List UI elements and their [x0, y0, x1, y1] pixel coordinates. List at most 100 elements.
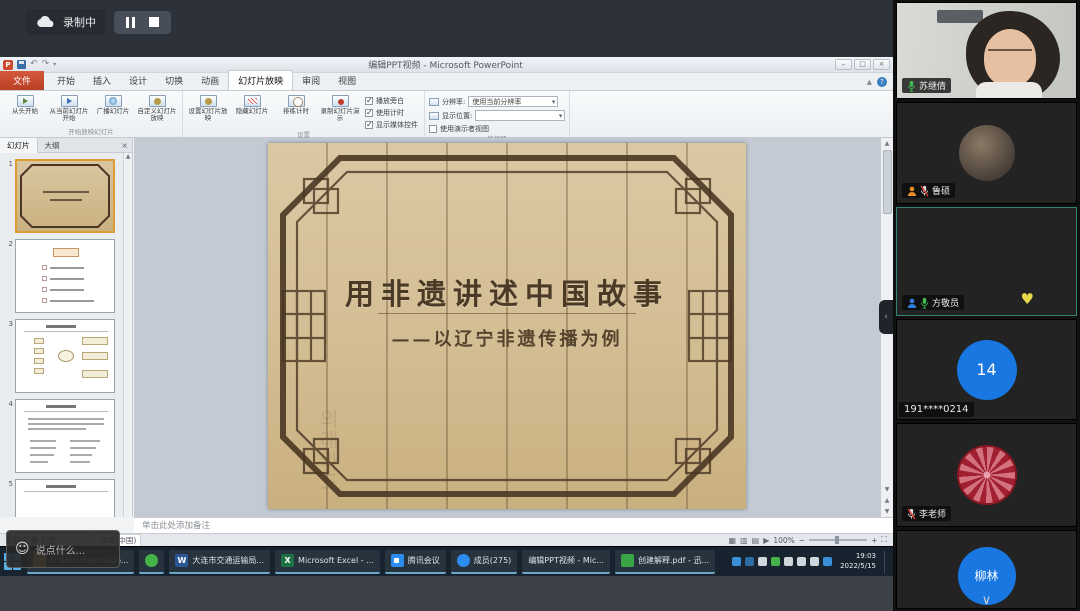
taskbar-item-powerpoint[interactable]: P 编辑PPT视频 - Mic... [522, 550, 610, 574]
tab-review[interactable]: 审阅 [293, 71, 329, 90]
slide-number: 2 [4, 239, 13, 313]
record-slideshow-button[interactable]: 录制幻灯片演示 [319, 93, 361, 123]
resolution-dropdown[interactable]: 使用当前分辨率 [468, 96, 558, 107]
play-narrations-checkbox[interactable]: 播放旁白 [365, 96, 418, 106]
slideshow-view-icon[interactable]: ▶ [763, 536, 769, 545]
panel-tab-slides[interactable]: 幻灯片 [0, 138, 38, 153]
tray-app-icon[interactable] [745, 557, 754, 566]
taskbar-item-browser[interactable] [139, 550, 164, 574]
sorter-view-icon[interactable]: ▥ [740, 536, 748, 545]
tab-animations[interactable]: 动画 [192, 71, 228, 90]
participant-badge: 李老师 [902, 506, 951, 521]
slide-canvas[interactable]: 用非遗讲述中国故事 ——以辽宁非遗传播为例 의래와도 [268, 143, 746, 509]
tab-view[interactable]: 视图 [329, 71, 365, 90]
tab-insert[interactable]: 插入 [84, 71, 120, 90]
scroll-down-icon[interactable]: ▼ [885, 484, 890, 495]
taskbar-item-pdf[interactable]: 创建解释.pdf - 迅... [615, 550, 715, 574]
thumbnail-image [15, 399, 115, 473]
taskbar-item-meeting[interactable]: 腾讯会议 [385, 550, 446, 574]
use-timings-checkbox[interactable]: 使用计时 [365, 108, 418, 118]
slide-thumbnail-2[interactable]: 2 [4, 239, 122, 313]
participant-tile-3[interactable]: 方敬员 [896, 207, 1077, 316]
pause-recording-button[interactable] [126, 17, 135, 28]
from-beginning-button[interactable]: 从头开始 [4, 93, 46, 115]
collapse-ribbon-icon[interactable]: ▲ [867, 78, 872, 86]
taskbar-item-members[interactable]: 成员(275) [451, 550, 518, 574]
tab-slideshow[interactable]: 幻灯片放映 [228, 70, 293, 90]
chat-input-overlay[interactable]: ☺ 说点什么... [6, 530, 120, 568]
tray-input-icon[interactable] [823, 557, 832, 566]
minimize-button[interactable]: – [835, 59, 852, 70]
participant-tile-6[interactable]: 柳林 ∨ [896, 530, 1077, 609]
panel-scrollbar[interactable]: ▲ [123, 153, 132, 517]
slide-number: 1 [4, 159, 13, 233]
participant-tile-2[interactable]: 鲁硕 [896, 102, 1077, 204]
tab-transitions[interactable]: 切换 [156, 71, 192, 90]
tray-volume-icon[interactable] [810, 557, 819, 566]
tray-meeting-icon[interactable] [732, 557, 741, 566]
show-media-controls-checkbox[interactable]: 显示媒体控件 [365, 120, 418, 130]
undo-icon[interactable]: ↶ [30, 60, 38, 69]
broadcast-globe-icon [105, 95, 122, 107]
taskbar-item-excel[interactable]: X Microsoft Excel - ... [275, 550, 380, 574]
zoom-out-icon[interactable]: − [799, 536, 805, 545]
more-participants-chevron-icon[interactable]: ∨ [982, 596, 992, 606]
custom-slideshow-button[interactable]: 自定义幻灯片放映 [136, 93, 178, 123]
rehearse-timings-button[interactable]: 排练计时 [275, 93, 317, 115]
tab-home[interactable]: 开始 [48, 71, 84, 90]
redo-icon[interactable]: ↷ [42, 60, 50, 69]
reading-view-icon[interactable]: ▤ [752, 536, 760, 545]
setup-slideshow-button[interactable]: 设置幻灯片放映 [187, 93, 229, 123]
save-icon[interactable] [17, 60, 26, 69]
taskbar-clock[interactable]: 19:03 2022/5/15 [836, 552, 880, 570]
powerpoint-window: P ↶ ↷ ▾ 编辑PPT视频 - Microsoft PowerPoint –… [0, 57, 893, 546]
participant-tile-4[interactable]: 14 191****0214 [896, 319, 1077, 420]
broadcast-slideshow-button[interactable]: 广播幻灯片 [92, 93, 134, 115]
tray-battery-icon[interactable] [784, 557, 793, 566]
zoom-in-icon[interactable]: + [871, 536, 877, 545]
slide-thumbnail-3[interactable]: 3 [4, 319, 122, 393]
person-icon [907, 298, 917, 308]
person-icon [907, 186, 917, 196]
previous-slide-icon[interactable]: ▲ [885, 495, 890, 506]
participant-name: 李老师 [919, 507, 946, 520]
slide-thumbnail-5[interactable]: 5 [4, 479, 122, 517]
tray-network-icon[interactable] [797, 557, 806, 566]
panel-close-icon[interactable]: × [121, 141, 132, 150]
show-on-dropdown[interactable] [475, 110, 565, 121]
close-button[interactable]: × [873, 59, 890, 70]
tray-wechat-icon[interactable] [771, 557, 780, 566]
hide-slide-button[interactable]: 隐藏幻灯片 [231, 93, 273, 115]
participant-tile-5[interactable]: 李老师 [896, 423, 1077, 527]
fit-to-window-icon[interactable]: ⛶ [881, 535, 887, 545]
tab-file[interactable]: 文件 [0, 71, 44, 90]
next-slide-icon[interactable]: ▼ [885, 506, 890, 517]
sidebar-collapse-handle[interactable]: ‹ [879, 300, 893, 334]
maximize-button[interactable]: □ [854, 59, 871, 70]
slide-thumbnail-4[interactable]: 4 [4, 399, 122, 473]
help-icon[interactable]: ? [877, 77, 887, 87]
presenter-view-checkbox[interactable]: 使用演示者视图 [429, 124, 565, 134]
stop-recording-button[interactable] [149, 17, 159, 27]
scroll-up-icon[interactable]: ▲ [885, 138, 890, 149]
scrollbar-thumb[interactable] [883, 150, 892, 214]
tray-mic-icon[interactable] [758, 557, 767, 566]
slide-thumbnail-1[interactable]: 1 [4, 159, 122, 233]
participant-tile-1[interactable]: 苏继倩 [896, 2, 1077, 99]
checkbox-checked-icon [365, 97, 373, 105]
zoom-slider[interactable] [809, 539, 867, 541]
recording-indicator: 录制中 [26, 9, 106, 35]
word-icon: W [175, 554, 188, 567]
thumbnail-image [15, 239, 115, 313]
panel-tab-outline[interactable]: 大纲 [38, 138, 67, 153]
notes-pane[interactable]: 单击此处添加备注 [134, 517, 893, 533]
taskbar-item-word-doc[interactable]: W 大连市交通运输局... [169, 550, 270, 574]
show-desktop-button[interactable] [884, 551, 889, 573]
normal-view-icon[interactable]: ▦ [729, 536, 737, 545]
powerpoint-app-icon[interactable]: P [3, 60, 13, 70]
from-current-slide-button[interactable]: 从当前幻灯片开始 [48, 93, 90, 123]
emoji-icon[interactable]: ☺ [15, 541, 30, 557]
tab-design[interactable]: 设计 [120, 71, 156, 90]
mic-muted-icon [920, 185, 929, 197]
participant-badge: 方敬员 [902, 295, 964, 310]
